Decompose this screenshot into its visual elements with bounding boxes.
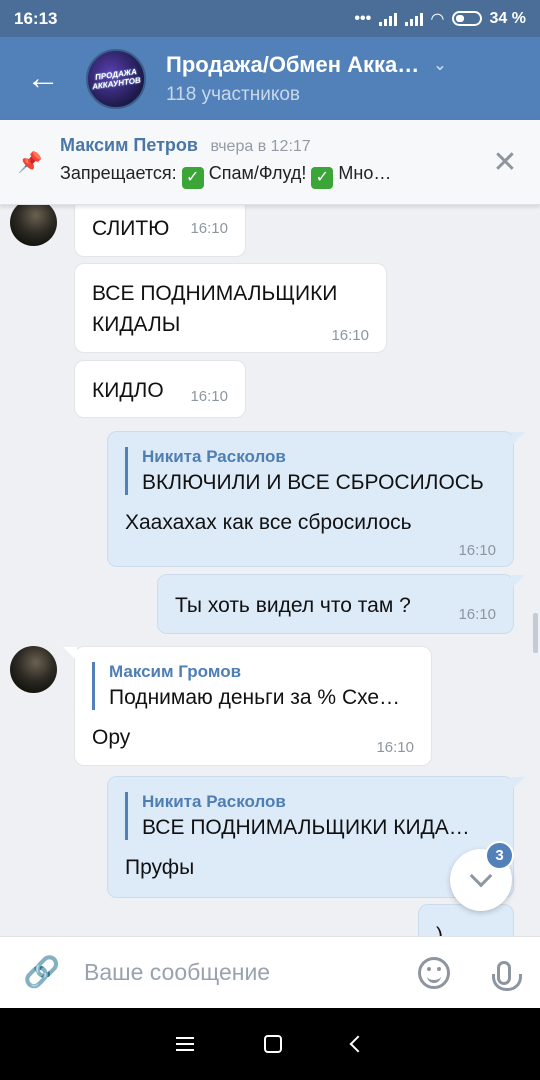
- back-button[interactable]: ←: [0, 37, 86, 120]
- signal-icon: [379, 12, 398, 26]
- chat-title-area[interactable]: Продажа/Обмен Акка… ⌄ 118 участников: [166, 52, 540, 106]
- pin-icon: 📌: [17, 151, 43, 174]
- message-text: Пруфы: [125, 856, 195, 879]
- unread-badge: 3: [485, 841, 514, 870]
- message-time: 16:10: [190, 220, 228, 237]
- message-bubble[interactable]: ВСЕ ПОДНИМАЛЬЩИКИ КИДАЛЫ 16:10: [74, 263, 387, 353]
- chat-members-count: 118 участников: [166, 83, 301, 105]
- reply-text: ВКЛЮЧИЛИ И ВСЕ СБРОСИЛОСЬ: [142, 471, 484, 494]
- status-bar: 16:13 ••• ◠ 34 %: [0, 0, 540, 37]
- back-arrow-icon: ←: [26, 59, 60, 97]
- chat-header: ← ПРОДАЖА АККАУНТОВ Продажа/Обмен Акка… …: [0, 37, 540, 120]
- message-time: 16:10: [331, 327, 369, 344]
- message-text: Хаахахах как все сбросилось: [125, 511, 412, 534]
- wifi-icon: ◠: [431, 10, 444, 28]
- status-icons: ••• ◠ 34 %: [354, 9, 526, 29]
- emoji-icon: [418, 956, 450, 989]
- status-time: 16:13: [14, 8, 58, 28]
- message-text: ): [436, 924, 443, 936]
- message-time: 16:10: [190, 388, 228, 405]
- pinned-time: вчера в 12:17: [210, 138, 311, 155]
- group-avatar[interactable]: ПРОДАЖА АККАУНТОВ: [86, 48, 146, 109]
- reply-quote[interactable]: Максим Громов Поднимаю деньги за % Схе…: [92, 662, 400, 710]
- pinned-text-item2: Мно…: [338, 163, 392, 183]
- message-bubble[interactable]: ): [418, 904, 514, 936]
- chat-title: Продажа/Обмен Акка…: [166, 51, 420, 77]
- message-bubble[interactable]: Никита Расколов ВКЛЮЧИЛИ И ВСЕ СБРОСИЛОС…: [107, 431, 525, 567]
- reply-text: ВСЕ ПОДНИМАЛЬЩИКИ КИДА…: [142, 816, 470, 839]
- microphone-icon: [492, 960, 522, 991]
- check-emoji-icon: ✓: [181, 167, 204, 189]
- check-emoji-icon: ✓: [311, 167, 334, 189]
- message-time: 16:10: [458, 542, 496, 559]
- dots-icon: •••: [354, 9, 372, 27]
- attach-icon: 🔗: [23, 956, 61, 989]
- message-bubble[interactable]: Максим Громов Поднимаю деньги за % Схе… …: [63, 646, 432, 766]
- chevron-down-icon: ⌄: [433, 56, 447, 74]
- reply-author: Никита Расколов: [142, 792, 286, 811]
- message-bubble[interactable]: СЛИТЮ 16:10: [74, 205, 246, 257]
- nav-home-icon[interactable]: [264, 1035, 282, 1053]
- battery-level: 34 %: [489, 9, 526, 27]
- message-text: КИДЛО: [92, 379, 164, 402]
- avatar[interactable]: [10, 646, 57, 693]
- message-bubble[interactable]: Ты хоть видел что там ? 16:10: [157, 574, 525, 634]
- message-time: 16:10: [376, 739, 414, 756]
- nav-back-icon[interactable]: [349, 1035, 367, 1053]
- avatar[interactable]: [10, 205, 57, 246]
- battery-icon: [451, 11, 482, 26]
- message-text: Ору: [92, 726, 131, 749]
- scrollbar[interactable]: [533, 613, 538, 653]
- reply-author: Никита Расколов: [142, 447, 286, 466]
- emoji-button[interactable]: [400, 956, 468, 989]
- close-icon: ✕: [492, 145, 518, 179]
- reply-author: Максим Громов: [109, 662, 242, 681]
- message-composer: 🔗: [0, 936, 540, 1008]
- pinned-message[interactable]: 📌 Максим Петров вчера в 12:17 Запрещаетс…: [0, 120, 540, 205]
- message-time: 16:10: [458, 606, 496, 623]
- voice-button[interactable]: [468, 960, 540, 991]
- pinned-text-item1: Спам/Флуд!: [208, 163, 307, 183]
- message-list[interactable]: СЛИТЮ 16:10 ВСЕ ПОДНИМАЛЬЩИКИ КИДАЛЫ 16:…: [0, 205, 540, 936]
- reply-quote[interactable]: Никита Расколов ВКЛЮЧИЛИ И ВСЕ СБРОСИЛОС…: [125, 447, 484, 495]
- signal-icon-2: [405, 12, 424, 26]
- message-text: Ты хоть видел что там ?: [175, 594, 411, 617]
- attach-button[interactable]: 🔗: [0, 955, 84, 990]
- close-pinned-button[interactable]: ✕: [470, 145, 540, 180]
- nav-menu-icon[interactable]: [176, 1037, 194, 1051]
- scroll-down-icon: [469, 864, 493, 888]
- system-navbar: [0, 1008, 540, 1080]
- pinned-text: Запрещается: ✓ Спам/Флуд! ✓ Мно…: [60, 163, 470, 189]
- pinned-author: Максим Петров: [60, 135, 198, 155]
- message-text: СЛИТЮ: [92, 217, 170, 240]
- message-input[interactable]: [84, 959, 400, 986]
- pinned-text-prefix: Запрещается:: [60, 163, 177, 183]
- message-bubble[interactable]: КИДЛО 16:10: [74, 360, 246, 418]
- reply-quote[interactable]: Никита Расколов ВСЕ ПОДНИМАЛЬЩИКИ КИДА…: [125, 792, 470, 840]
- reply-text: Поднимаю деньги за % Схе…: [109, 686, 401, 709]
